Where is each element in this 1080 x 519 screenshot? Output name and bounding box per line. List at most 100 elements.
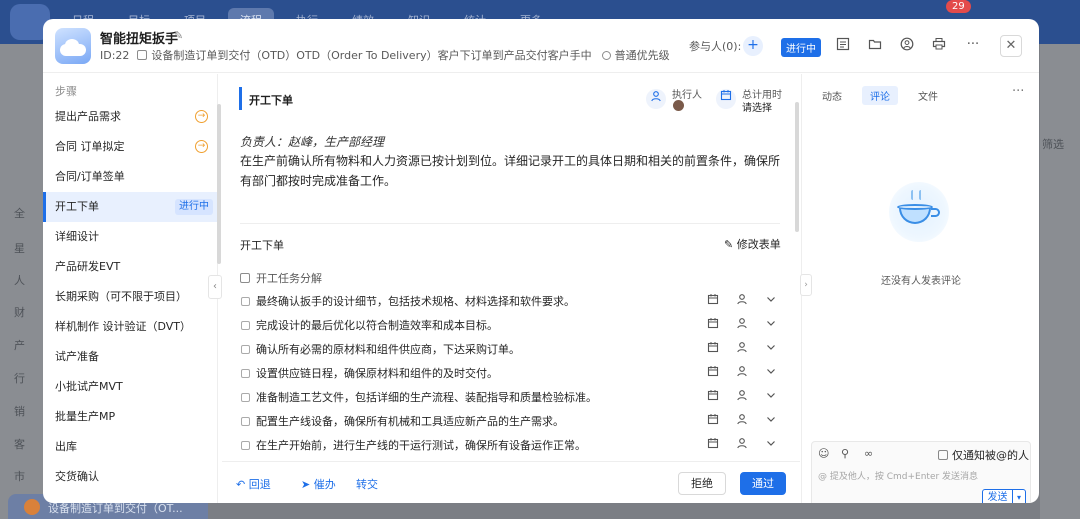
- calendar-icon[interactable]: [707, 386, 719, 410]
- tab-files[interactable]: 文件: [910, 86, 946, 105]
- pencil-icon[interactable]: ✎: [174, 29, 183, 42]
- more-icon[interactable]: ···: [1012, 84, 1024, 99]
- user-icon[interactable]: [736, 362, 748, 386]
- flow-icon: [137, 50, 148, 60]
- section-title: 开工下单: [249, 94, 293, 107]
- task-checkbox[interactable]: [241, 369, 250, 378]
- step-item[interactable]: 产品研发EVT: [43, 252, 218, 282]
- bg-left-item: 人: [14, 274, 25, 287]
- step-item[interactable]: 批量生产MP: [43, 402, 218, 432]
- chevron-down-icon[interactable]: [766, 362, 776, 386]
- steps-scrollbar[interactable]: [217, 104, 221, 264]
- step-item[interactable]: 试产准备: [43, 342, 218, 372]
- status-badge: 进行中: [781, 38, 821, 57]
- task-row: 设置供应链日程，确保原材料和组件的及时交付。: [240, 362, 780, 386]
- user-icon[interactable]: [736, 386, 748, 410]
- content-scrollbar[interactable]: [795, 102, 799, 232]
- user-icon[interactable]: [736, 314, 748, 338]
- page-title: 智能扭矩扳手: [100, 32, 179, 47]
- task-checkbox[interactable]: [241, 297, 250, 306]
- back-button[interactable]: ↶ 回退: [236, 476, 271, 492]
- user-icon[interactable]: [899, 37, 915, 53]
- step-label: 提出产品需求: [55, 110, 121, 123]
- step-item[interactable]: 提出产品需求 →: [43, 102, 218, 132]
- task-meta: ID:22 设备制造订单到交付（OTD）OTD（Order To Delivery…: [100, 47, 670, 63]
- attachment-icon[interactable]: ⚲: [841, 447, 849, 460]
- user-icon[interactable]: [736, 410, 748, 434]
- steps-title: 步骤: [55, 85, 77, 98]
- executor-icon[interactable]: [646, 89, 666, 109]
- step-item[interactable]: 合同 订单拟定 →: [43, 132, 218, 162]
- step-content: 开工下单 执行人 总计用时 请选择 负责人：赵峰，生产部经理 在生产前确认所有物…: [222, 74, 800, 461]
- chevron-down-icon[interactable]: [766, 314, 776, 338]
- step-item[interactable]: 长期采购（可不限于项目）: [43, 282, 218, 312]
- task-checkbox[interactable]: [241, 345, 250, 354]
- step-description: 在生产前确认所有物料和人力资源已按计划到位。详细记录开工的具体日期和相关的前置条…: [240, 154, 781, 188]
- task-checkbox[interactable]: [241, 417, 250, 426]
- step-item[interactable]: 交货确认: [43, 462, 218, 492]
- step-label: 开工下单: [55, 200, 99, 213]
- tab-activity[interactable]: 动态: [814, 86, 850, 105]
- step-label: 出库: [55, 440, 77, 453]
- form-icon[interactable]: [835, 37, 851, 53]
- coffee-cup-icon: [889, 182, 949, 242]
- step-label: 长期采购（可不限于项目）: [55, 290, 187, 303]
- priority-label[interactable]: 普通优先级: [615, 49, 670, 62]
- task-row: 在生产开始前，进行生产线的干运行测试，确保所有设备运作正常。: [240, 434, 780, 458]
- edit-form-button[interactable]: ✎ 修改表单: [724, 236, 781, 252]
- link-icon[interactable]: ∞: [864, 447, 873, 460]
- close-button[interactable]: ✕: [1000, 35, 1022, 57]
- collapse-sidebar-button[interactable]: ‹: [208, 275, 222, 299]
- avatar[interactable]: [673, 100, 684, 111]
- edit-form-label: 修改表单: [736, 238, 781, 251]
- calendar-icon[interactable]: [707, 338, 719, 362]
- folder-icon[interactable]: [867, 37, 883, 53]
- step-item[interactable]: 合同/订单签单: [43, 162, 218, 192]
- notify-mentioned-checkbox[interactable]: 仅通知被@的人: [938, 447, 1029, 463]
- checklist-icon: [240, 273, 250, 283]
- more-icon[interactable]: ···: [965, 37, 981, 53]
- total-time-select[interactable]: 请选择: [742, 99, 772, 114]
- transfer-button[interactable]: 转交: [356, 476, 378, 492]
- task-row: 最终确认扳手的设计细节，包括技术规格、材料选择和软件要求。: [240, 290, 780, 314]
- step-label: 交货确认: [55, 470, 99, 483]
- print-icon[interactable]: [931, 37, 947, 53]
- task-row: 完成设计的最后优化以符合制造效率和成本目标。: [240, 314, 780, 338]
- calendar-icon[interactable]: [707, 290, 719, 314]
- user-icon[interactable]: [736, 290, 748, 314]
- chevron-down-icon[interactable]: [766, 338, 776, 362]
- chevron-down-icon[interactable]: [766, 386, 776, 410]
- task-id: ID:22: [100, 49, 130, 62]
- task-text: 配置生产线设备，确保所有机械和工具适应新产品的生产需求。: [256, 415, 564, 428]
- task-checkbox[interactable]: [241, 321, 250, 330]
- step-item[interactable]: 样机制作 设计验证（DVT）: [43, 312, 218, 342]
- chevron-down-icon[interactable]: ▾: [1012, 489, 1026, 503]
- user-icon[interactable]: [736, 434, 748, 458]
- send-button[interactable]: 发送: [982, 489, 1013, 503]
- tab-comments[interactable]: 评论: [862, 86, 898, 105]
- emoji-icon[interactable]: ☺: [818, 447, 829, 460]
- chevron-down-icon[interactable]: [766, 434, 776, 458]
- reject-button[interactable]: 拒绝: [678, 472, 726, 495]
- step-item[interactable]: 详细设计: [43, 222, 218, 252]
- calendar-icon[interactable]: [707, 314, 719, 338]
- participants-label: 参与人(0):: [689, 40, 742, 53]
- calendar-icon[interactable]: [716, 89, 736, 109]
- calendar-icon[interactable]: [707, 362, 719, 386]
- add-participant-button[interactable]: +: [743, 36, 763, 56]
- chevron-down-icon[interactable]: [766, 290, 776, 314]
- step-item[interactable]: 小批试产MVT: [43, 372, 218, 402]
- task-checkbox[interactable]: [241, 393, 250, 402]
- step-item[interactable]: 开工下单 进行中: [43, 192, 218, 222]
- step-item[interactable]: 出库: [43, 432, 218, 462]
- urge-button[interactable]: ➤ 催办: [301, 476, 336, 492]
- task-checkbox[interactable]: [241, 441, 250, 450]
- flow-name[interactable]: 设备制造订单到交付（OTD）OTD（Order To Delivery）客户下订…: [151, 49, 591, 62]
- chevron-down-icon[interactable]: [766, 410, 776, 434]
- step-label: 样机制作 设计验证（DVT）: [55, 320, 192, 333]
- comment-input[interactable]: @ 提及他人，按 Cmd+Enter 发送消息: [818, 469, 978, 482]
- calendar-icon[interactable]: [707, 410, 719, 434]
- calendar-icon[interactable]: [707, 434, 719, 458]
- user-icon[interactable]: [736, 338, 748, 362]
- pass-button[interactable]: 通过: [740, 472, 786, 495]
